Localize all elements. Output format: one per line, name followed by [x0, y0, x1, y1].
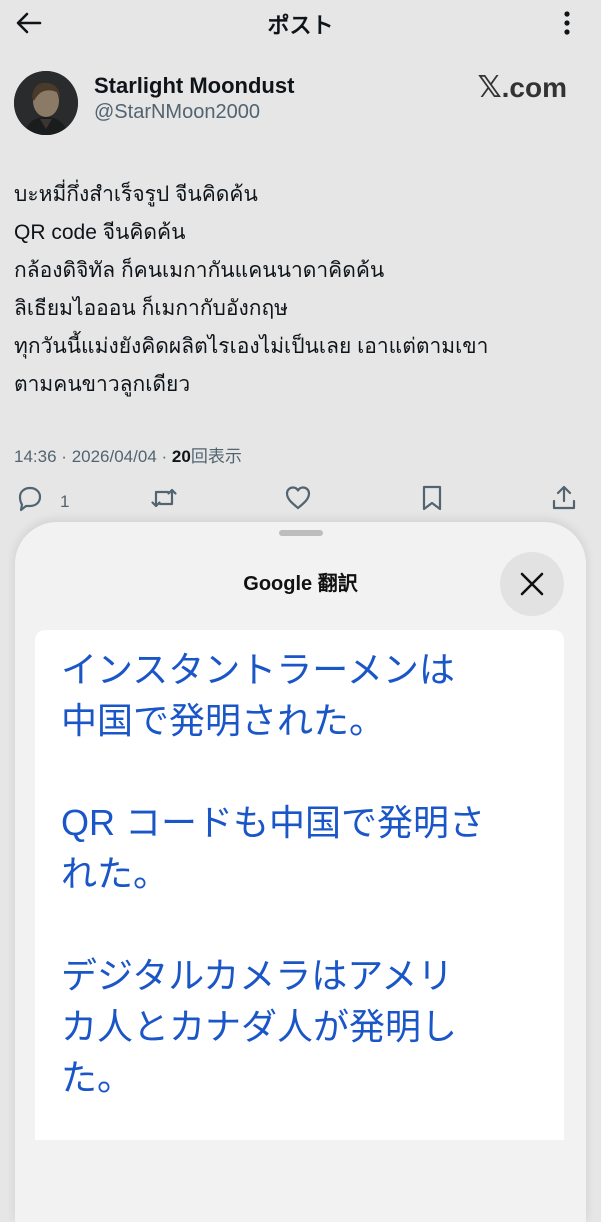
post-line: QR code จีนคิดค้น: [14, 221, 186, 244]
author-handle[interactable]: @StarNMoon2000: [94, 101, 260, 124]
share-button[interactable]: [550, 484, 578, 520]
post-time: 14:36: [14, 447, 57, 466]
translation-paragraph: QR コードも中国で発明さ れた。: [61, 797, 541, 899]
reply-icon: [18, 486, 42, 512]
repost-icon: [151, 488, 177, 508]
view-count: 20: [171, 447, 191, 466]
translation-line: 中国で発明された。: [61, 700, 386, 741]
heart-icon: [285, 486, 311, 510]
share-icon: [552, 485, 576, 510]
action-bar: 1: [0, 484, 601, 522]
more-options-icon[interactable]: [555, 10, 579, 36]
translation-line: れた。: [61, 853, 170, 894]
x-logo-icon: 𝕏: [477, 71, 502, 104]
bookmark-button[interactable]: [418, 484, 446, 520]
view-label: 回表示: [190, 447, 242, 466]
translate-sheet: Google 翻訳 インスタントラーメンは 中国で発明された。 QR コードも中…: [15, 522, 586, 1222]
post-text: บะหมี่กึ่งสำเร็จรูป จีนคิดค้น QR code จี…: [14, 176, 589, 404]
translation-card: インスタントラーメンは 中国で発明された。 QR コードも中国で発明さ れた。 …: [35, 630, 564, 1140]
meta-separator: ·: [61, 447, 67, 466]
post-line: กล้องดิจิทัล ก็คนเมกากันแคนนาดาคิดค้น: [14, 259, 385, 282]
x-com-watermark: 𝕏.com: [477, 70, 567, 105]
reply-count: 1: [60, 492, 70, 511]
close-icon: [520, 572, 544, 596]
top-bar: ポスト: [0, 0, 601, 44]
translation-line: カ人とカナダ人が発明し: [61, 1006, 458, 1047]
meta-separator: ·: [161, 447, 168, 466]
translation-line: た。: [61, 1057, 134, 1098]
bookmark-icon: [422, 485, 442, 511]
post-date: 2026/04/04: [71, 447, 157, 466]
avatar[interactable]: [14, 71, 78, 135]
translation-line: QR コードも中国で発明さ: [61, 802, 486, 843]
close-button[interactable]: [500, 552, 564, 616]
translation-line: デジタルカメラはアメリ: [61, 955, 454, 996]
repost-button[interactable]: [150, 484, 178, 520]
like-button[interactable]: [284, 484, 312, 520]
reply-button[interactable]: [16, 484, 44, 520]
translation-paragraph: デジタルカメラはアメリ カ人とカナダ人が発明し た。: [61, 950, 541, 1103]
translation-text: インスタントラーメンは 中国で発明された。 QR コードも中国で発明さ れた。 …: [61, 644, 541, 1154]
post-line: ทุกวันนี้แม่งยังคิดผลิตไรเองไม่เป็นเลย เ…: [14, 335, 489, 358]
translation-line: インスタントラーメンは: [61, 649, 455, 690]
page-title: ポスト: [267, 13, 334, 38]
post-line: บะหมี่กึ่งสำเร็จรูป จีนคิดค้น: [14, 183, 258, 206]
post-line: ตามคนขาวลูกเดียว: [14, 373, 191, 396]
sheet-grabber[interactable]: [279, 530, 323, 536]
post-line: ลิเธียมไอออน ก็เมกากับอังกฤษ: [14, 297, 289, 320]
author-name[interactable]: Starlight Moondust: [94, 73, 294, 99]
translation-paragraph: インスタントラーメンは 中国で発明された。: [61, 644, 541, 746]
post-metadata: 14:36 · 2026/04/04 · 20回表示: [14, 442, 242, 467]
watermark-text: .com: [501, 72, 567, 103]
